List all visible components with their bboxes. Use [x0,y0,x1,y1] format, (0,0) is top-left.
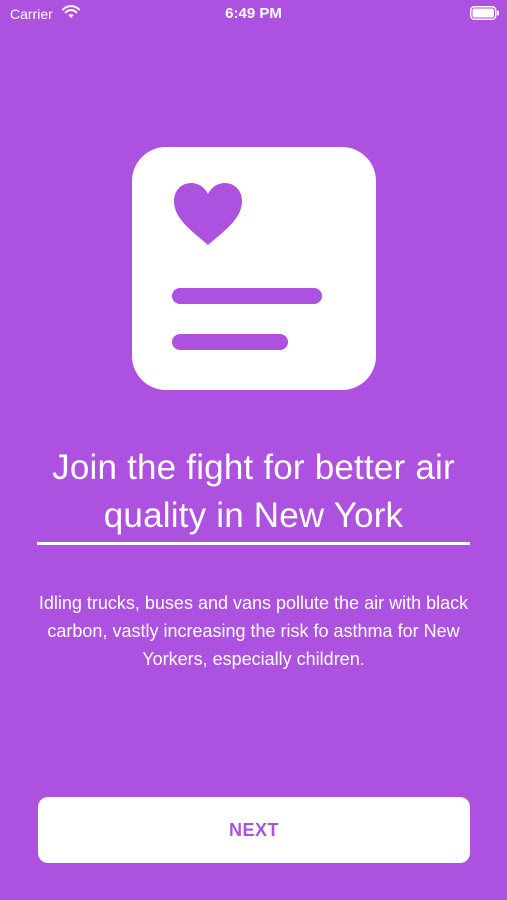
next-button[interactable]: NEXT [38,797,470,863]
description-text: Idling trucks, buses and vans pollute th… [38,593,469,669]
heart-icon [174,183,242,245]
status-time: 6:49 PM [225,5,282,22]
card-line-long [172,288,322,304]
headline-underline [37,542,470,545]
headline: Join the fight for better air quality in… [52,448,455,535]
status-bar: Carrier 6:49 PM [0,0,507,30]
health-card-icon [132,147,376,390]
battery-full-icon [470,6,499,20]
card-line-short [172,334,288,350]
